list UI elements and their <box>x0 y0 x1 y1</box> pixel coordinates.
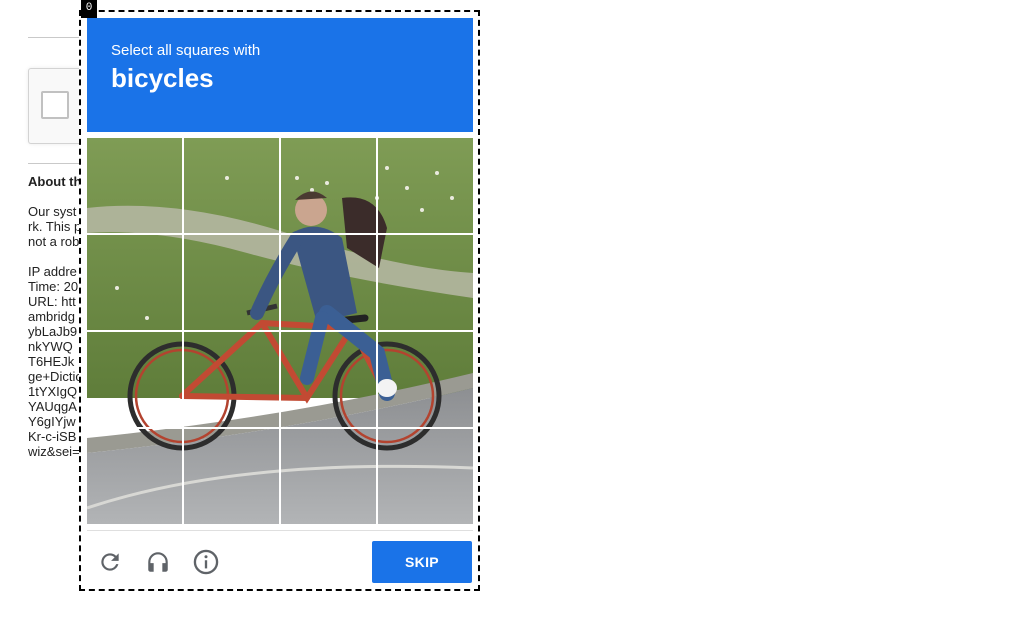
challenge-prompt: Select all squares with <box>111 42 261 59</box>
info-icon[interactable] <box>189 545 223 579</box>
challenge-tile[interactable] <box>184 235 279 330</box>
skip-button[interactable]: SKIP <box>372 541 472 583</box>
challenge-tile[interactable] <box>281 429 376 524</box>
challenge-tile[interactable] <box>378 138 473 233</box>
challenge-target: bicycles <box>111 63 214 93</box>
recaptcha-checkbox[interactable] <box>41 91 69 119</box>
reload-icon[interactable] <box>93 545 127 579</box>
challenge-tile[interactable] <box>184 332 279 427</box>
challenge-tile[interactable] <box>378 235 473 330</box>
challenge-tile-grid <box>87 138 473 524</box>
challenge-tile[interactable] <box>87 332 182 427</box>
challenge-tile[interactable] <box>378 332 473 427</box>
footer-divider <box>87 530 473 531</box>
challenge-tile[interactable] <box>184 138 279 233</box>
challenge-tile[interactable] <box>87 429 182 524</box>
request-details: IP addre Time: 20 URL: htt ambridg ybLaJ… <box>28 264 83 459</box>
challenge-tile[interactable] <box>87 235 182 330</box>
challenge-tile[interactable] <box>184 429 279 524</box>
challenge-tile[interactable] <box>281 235 376 330</box>
challenge-tile[interactable] <box>281 332 376 427</box>
challenge-tile[interactable] <box>378 429 473 524</box>
frame-index-badge: 0 <box>81 0 97 18</box>
challenge-tile[interactable] <box>87 138 182 233</box>
headphones-icon[interactable] <box>141 545 175 579</box>
about-heading: About th <box>28 174 82 189</box>
about-paragraph: Our syst rk. This p not a rob <box>28 204 82 249</box>
challenge-header: Select all squares with bicycles <box>87 18 473 132</box>
challenge-tile[interactable] <box>281 138 376 233</box>
